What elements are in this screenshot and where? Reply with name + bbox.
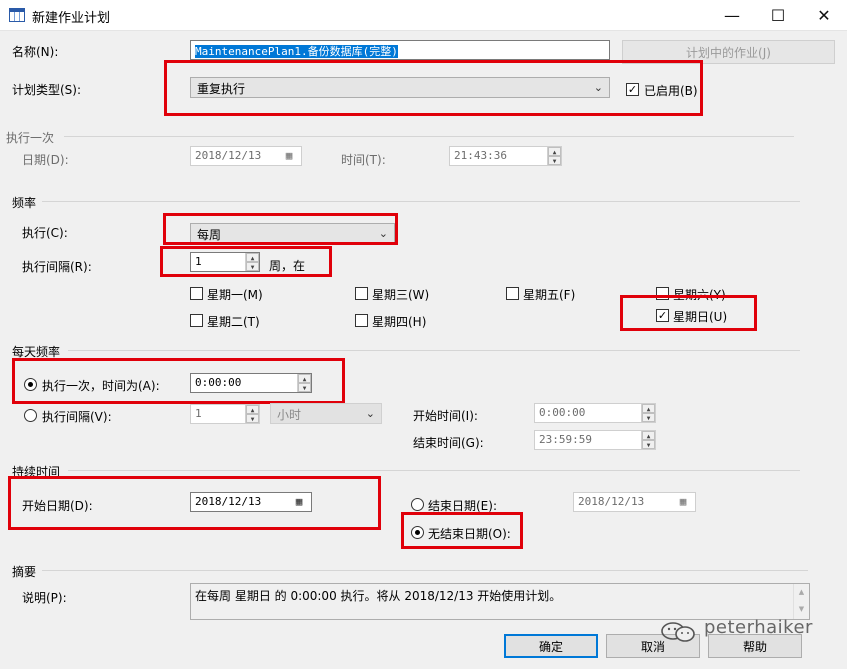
spin-down-icon[interactable]: ▼ (642, 440, 655, 449)
highlight-box (160, 246, 332, 277)
every-input[interactable]: 1 ▲ ▼ (190, 404, 260, 424)
window-title: 新建作业计划 (32, 11, 111, 26)
every-unit-value: 小时 (277, 408, 302, 422)
end-time-spinner[interactable]: ▲ ▼ (641, 431, 655, 449)
start-time-value: 0:00:00 (539, 406, 586, 419)
scroll-down-icon[interactable]: ▼ (794, 601, 809, 618)
recurs-label: 执行间隔(R): (22, 260, 92, 274)
group-divider (42, 201, 800, 202)
spin-up-icon[interactable]: ▲ (642, 404, 655, 413)
highlight-box (401, 512, 523, 549)
calendar-icon[interactable]: ▦ (671, 493, 695, 511)
monday-label: 星期一(M) (207, 288, 263, 302)
one-time-time-value: 21:43:36 (454, 149, 507, 162)
description-textarea[interactable]: 在每周 星期日 的 0:00:00 执行。将从 2018/12/13 开始使用计… (190, 583, 810, 620)
every-label: 执行间隔(V): (42, 410, 112, 424)
name-label: 名称(N): (12, 45, 59, 59)
schedule-type-label: 计划类型(S): (12, 83, 82, 97)
end-date-input[interactable]: 2018/12/13 ▦ (573, 492, 696, 512)
scroll-up-icon[interactable]: ▲ (794, 584, 809, 601)
description-scrollbar[interactable]: ▲ ▼ (793, 584, 809, 619)
end-time-input[interactable]: 23:59:59 ▲ ▼ (534, 430, 656, 450)
description-label: 说明(P): (22, 591, 67, 605)
one-time-date-value: 2018/12/13 (195, 149, 262, 162)
app-icon (9, 8, 25, 22)
watermark: peterhaiker (660, 617, 840, 645)
group-divider (68, 350, 800, 351)
description-value: 在每周 星期日 的 0:00:00 执行。将从 2018/12/13 开始使用计… (195, 589, 562, 603)
one-time-group-label: 执行一次 (6, 131, 55, 145)
every-unit-select[interactable]: 小时 ⌄ (270, 403, 382, 424)
end-date-value: 2018/12/13 (578, 495, 645, 508)
tuesday-label: 星期二(T) (207, 315, 260, 329)
calendar-icon[interactable]: ▦ (277, 147, 301, 165)
spin-down-icon[interactable]: ▼ (246, 414, 259, 423)
spin-down-icon[interactable]: ▼ (548, 156, 561, 165)
highlight-box (12, 358, 345, 404)
name-input[interactable]: MaintenancePlan1.备份数据库(完整) (190, 40, 610, 60)
start-time-spinner[interactable]: ▲ ▼ (641, 404, 655, 422)
end-date-radio[interactable] (411, 498, 424, 511)
one-time-date-label: 日期(D): (22, 153, 69, 167)
name-value: MaintenancePlan1.备份数据库(完整) (195, 45, 398, 58)
one-time-time-label: 时间(T): (341, 153, 386, 167)
start-time-label: 开始时间(I): (413, 409, 478, 423)
spin-up-icon[interactable]: ▲ (642, 431, 655, 440)
close-button[interactable]: ✕ (801, 0, 847, 31)
summary-group-label: 摘要 (12, 565, 37, 579)
spin-up-icon[interactable]: ▲ (548, 147, 561, 156)
one-time-time-input[interactable]: 21:43:36 ▲ ▼ (449, 146, 562, 166)
end-time-label: 结束时间(G): (413, 436, 484, 450)
frequency-group-label: 频率 (12, 196, 37, 210)
group-divider (42, 570, 808, 571)
time-spinner[interactable]: ▲ ▼ (547, 147, 561, 165)
wechat-logo-icon (661, 622, 695, 642)
highlight-box (163, 213, 398, 245)
every-spinner[interactable]: ▲ ▼ (245, 405, 259, 423)
minimize-button[interactable]: — (709, 0, 755, 31)
end-time-value: 23:59:59 (539, 433, 592, 446)
start-time-input[interactable]: 0:00:00 ▲ ▼ (534, 403, 656, 423)
spin-down-icon[interactable]: ▼ (642, 413, 655, 422)
tuesday-checkbox[interactable] (190, 314, 203, 327)
wednesday-label: 星期三(W) (372, 288, 430, 302)
occurs-label: 执行(C): (22, 226, 68, 240)
every-value: 1 (195, 407, 202, 420)
every-radio[interactable] (24, 409, 37, 422)
friday-label: 星期五(F) (523, 288, 576, 302)
ok-button[interactable]: 确定 (504, 634, 598, 658)
maximize-button[interactable]: ☐ (755, 0, 801, 31)
thursday-checkbox[interactable] (355, 314, 368, 327)
one-time-date-input[interactable]: 2018/12/13 ▦ (190, 146, 302, 166)
friday-checkbox[interactable] (506, 287, 519, 300)
watermark-text: peterhaiker (704, 617, 813, 638)
thursday-label: 星期四(H) (372, 315, 427, 329)
highlight-box (8, 476, 381, 530)
chevron-down-icon: ⌄ (365, 407, 375, 420)
monday-checkbox[interactable] (190, 287, 203, 300)
highlight-box (620, 295, 757, 331)
spin-up-icon[interactable]: ▲ (246, 405, 259, 414)
highlight-box (164, 60, 703, 116)
group-divider (68, 470, 800, 471)
wednesday-checkbox[interactable] (355, 287, 368, 300)
group-divider (64, 136, 794, 137)
